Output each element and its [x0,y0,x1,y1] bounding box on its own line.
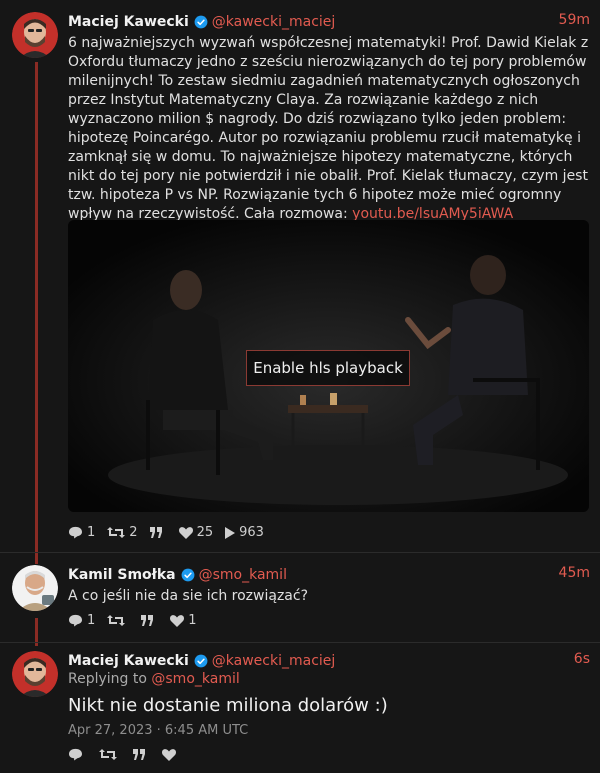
verified-icon [181,568,195,582]
like-stat[interactable]: 1 [170,613,197,628]
divider [0,642,600,643]
retweet-icon [99,749,117,760]
tweet-time[interactable]: 59m [559,12,590,28]
reply-count: 1 [87,525,96,540]
like-stat[interactable] [162,748,180,761]
retweet-icon [107,527,126,538]
tweet-date[interactable]: Apr 27, 2023 · 6:45 AM UTC [68,723,248,738]
retweet-icon [107,615,126,626]
replying-to-label: Replying to [68,671,147,687]
retweet-count: 2 [129,525,138,540]
tweet-time[interactable]: 6s [574,651,590,667]
comment-icon [69,614,82,627]
retweet-stat[interactable] [99,748,121,761]
tweet-time[interactable]: 45m [559,565,590,581]
tweet-content: 6 najważniejszych wyzwań współczesnej ma… [68,34,590,224]
replying-to: Replying to @smo_kamil [68,671,240,687]
verified-icon [194,654,208,668]
divider [0,552,600,553]
tweet-stats: 1 2 25 963 [68,525,276,540]
username[interactable]: @smo_kamil [199,567,287,583]
reply-stat[interactable]: 1 [68,613,95,628]
tweet-reply[interactable]: Kamil Smołka @smo_kamil 45m A co jeśli n… [0,565,600,635]
tweet-focused[interactable]: Maciej Kawecki @kawecki_maciej 6s Replyi… [0,651,600,769]
heart-icon [162,748,176,761]
view-count: 963 [239,525,264,540]
reply-stat[interactable]: 1 [68,525,95,540]
tweet-text: Nikt nie dostanie miliona dolarów :) [68,695,388,716]
fullname[interactable]: Kamil Smołka [68,567,176,583]
tweet-stats [68,748,192,761]
quote-stat[interactable] [133,749,150,760]
username[interactable]: @kawecki_maciej [212,14,336,30]
like-count: 1 [188,613,197,628]
avatar[interactable] [12,565,58,611]
video-player[interactable]: Enable hls playback [68,220,589,512]
heart-icon [178,526,193,539]
tweet-main[interactable]: Maciej Kawecki @kawecki_maciej 59m 6 naj… [0,12,600,542]
quote-icon [133,749,145,760]
play-icon [225,526,236,539]
verified-icon [194,15,208,29]
reply-stat[interactable] [68,748,87,761]
heart-icon [170,614,185,627]
like-count: 25 [196,525,214,540]
comment-icon [69,748,82,761]
avatar[interactable] [12,12,58,58]
tweet-header: Maciej Kawecki @kawecki_maciej 6s [68,651,590,671]
like-stat[interactable]: 25 [178,525,214,540]
tweet-header: Maciej Kawecki @kawecki_maciej 59m [68,12,590,32]
avatar[interactable] [12,651,58,697]
fullname[interactable]: Maciej Kawecki [68,14,189,30]
quote-stat[interactable] [141,615,158,626]
tweet-text: A co jeśli nie da sie ich rozwiązać? [68,588,309,604]
retweet-stat[interactable] [107,614,129,627]
replying-to-handle[interactable]: @smo_kamil [151,671,239,687]
tweet-header: Kamil Smołka @smo_kamil 45m [68,565,590,585]
reply-count: 1 [87,613,96,628]
quote-stat[interactable] [149,527,167,538]
enable-hls-button[interactable]: Enable hls playback [246,350,410,386]
quote-icon [141,615,154,626]
quote-icon [149,527,162,538]
fullname[interactable]: Maciej Kawecki [68,653,189,669]
tweet-text: 6 najważniejszych wyzwań współczesnej ma… [68,35,589,222]
retweet-stat[interactable]: 2 [107,525,138,540]
username[interactable]: @kawecki_maciej [212,653,336,669]
tweet-stats: 1 1 [68,613,209,628]
comment-icon [69,526,82,539]
views-stat: 963 [225,525,264,540]
